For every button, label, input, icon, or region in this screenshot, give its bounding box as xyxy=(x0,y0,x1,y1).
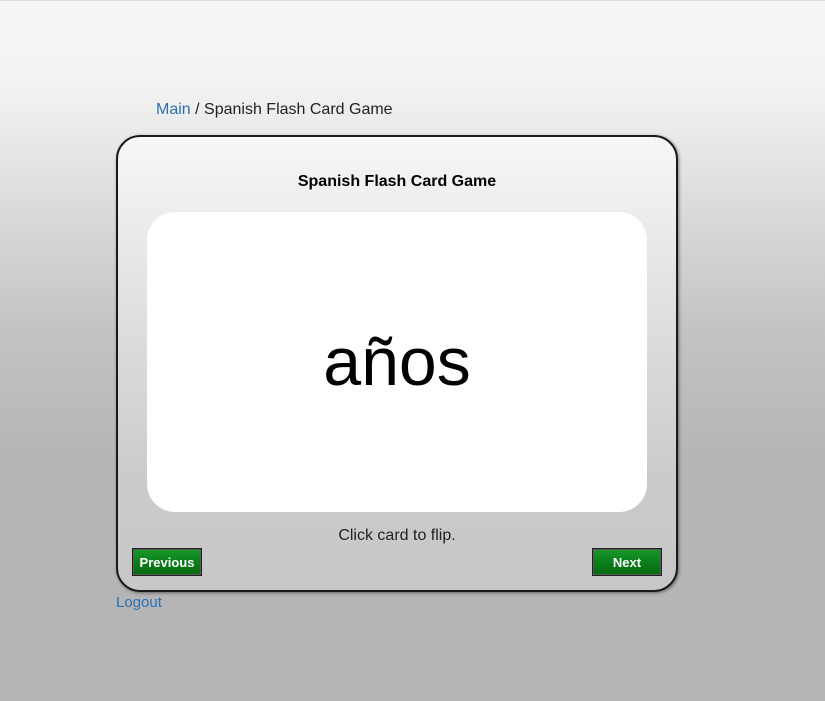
breadcrumb: Main / Spanish Flash Card Game xyxy=(156,101,393,119)
next-button[interactable]: Next xyxy=(592,548,662,576)
card-word: años xyxy=(323,324,471,400)
top-divider xyxy=(0,0,825,1)
breadcrumb-main-link[interactable]: Main xyxy=(156,101,191,118)
game-title: Spanish Flash Card Game xyxy=(297,173,497,190)
flash-card-panel: Spanish Flash Card Game años Click card … xyxy=(116,135,678,592)
logout-link[interactable]: Logout xyxy=(116,594,162,611)
flip-hint: Click card to flip. xyxy=(338,527,456,544)
breadcrumb-current: Spanish Flash Card Game xyxy=(204,101,393,118)
flash-card[interactable]: años xyxy=(147,212,647,512)
previous-button[interactable]: Previous xyxy=(132,548,202,576)
breadcrumb-separator: / xyxy=(190,101,205,118)
